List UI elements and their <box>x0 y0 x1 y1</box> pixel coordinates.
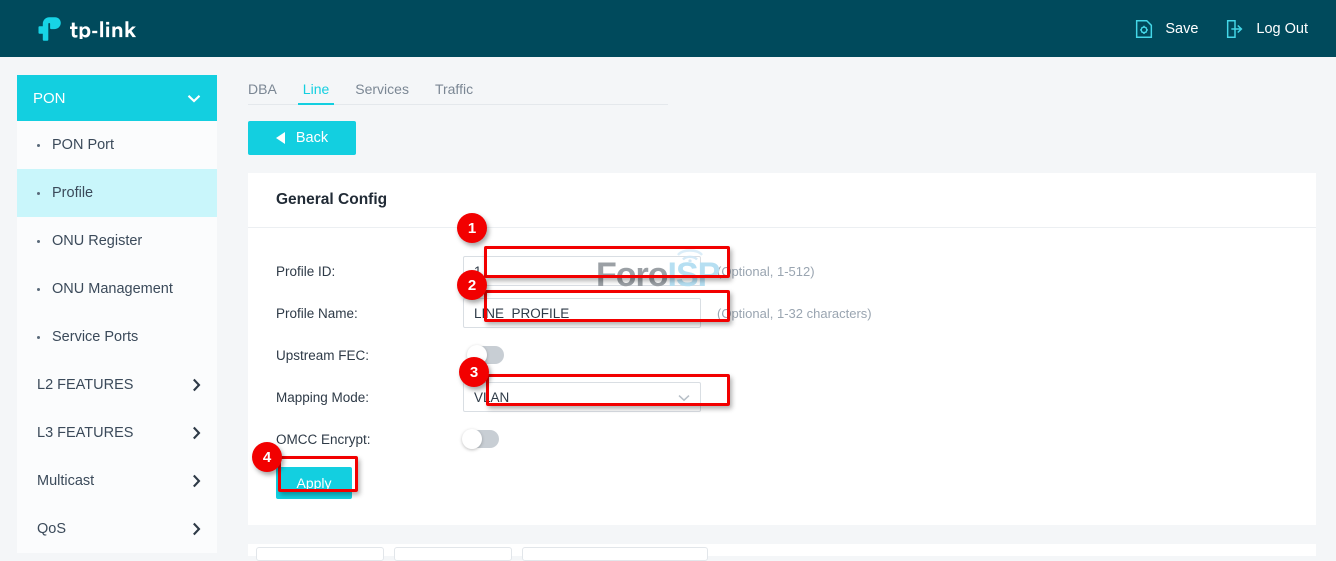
tab-line[interactable]: Line <box>290 81 342 104</box>
back-button[interactable]: Back <box>248 121 356 155</box>
sidebar-item-l3-features[interactable]: L3 FEATURES <box>17 409 217 457</box>
upstream-fec-label: Upstream FEC: <box>248 348 463 363</box>
logout-button[interactable]: Log Out <box>1224 18 1308 40</box>
chevron-right-icon <box>192 522 201 536</box>
tp-link-mark-icon <box>36 16 62 42</box>
back-label: Back <box>296 130 328 146</box>
triangle-left-icon <box>276 132 285 144</box>
mapping-mode-label: Mapping Mode: <box>248 390 463 405</box>
sidebar: PON PON Port Profile ONU Register ONU Ma… <box>0 57 234 556</box>
sidebar-item-label: Service Ports <box>52 329 138 345</box>
sidebar-item-pon-port[interactable]: PON Port <box>17 121 217 169</box>
toggle-knob <box>462 429 482 449</box>
sidebar-item-onu-management[interactable]: ONU Management <box>17 265 217 313</box>
profile-name-hint: (Optional, 1-32 characters) <box>717 306 872 321</box>
bullet-icon <box>37 336 40 339</box>
general-config-panel: General Config Profile ID: (Optional, 1-… <box>248 173 1316 525</box>
profile-name-input[interactable] <box>463 298 701 328</box>
tab-dba[interactable]: DBA <box>248 81 290 104</box>
tp-link-logo <box>36 16 177 42</box>
sidebar-item-service-ports[interactable]: Service Ports <box>17 313 217 361</box>
partial-box-1 <box>256 547 384 561</box>
partial-box-2 <box>394 547 512 561</box>
bullet-icon <box>37 240 40 243</box>
save-gear-icon <box>1133 18 1155 40</box>
save-label: Save <box>1165 21 1198 37</box>
chevron-down-icon <box>187 94 201 103</box>
sidebar-item-qos[interactable]: QoS <box>17 505 217 553</box>
profile-id-label: Profile ID: <box>248 264 463 279</box>
sidebar-group-label: PON <box>33 90 66 107</box>
sidebar-item-profile[interactable]: Profile <box>17 169 217 217</box>
field-row-profile-name: Profile Name: (Optional, 1-32 characters… <box>248 292 1316 334</box>
profile-id-input[interactable] <box>463 256 701 286</box>
app-header: Save Log Out <box>0 0 1336 57</box>
bullet-icon <box>37 144 40 147</box>
sidebar-item-onu-register[interactable]: ONU Register <box>17 217 217 265</box>
profile-id-hint: (Optional, 1-512) <box>717 264 815 279</box>
upstream-fec-toggle[interactable] <box>468 346 504 364</box>
form-actions: Apply <box>248 460 1316 506</box>
chevron-right-icon <box>192 378 201 392</box>
sidebar-item-label: ONU Management <box>52 281 173 297</box>
omcc-encrypt-toggle[interactable] <box>463 430 499 448</box>
header-actions: Save Log Out <box>1133 18 1308 40</box>
sidebar-item-multicast[interactable]: Multicast <box>17 457 217 505</box>
save-button[interactable]: Save <box>1133 18 1198 40</box>
mapping-mode-value: VLAN <box>474 390 509 405</box>
field-row-upstream-fec: Upstream FEC: <box>248 334 1316 376</box>
main-content: DBA Line Services Traffic Back General C… <box>234 57 1336 556</box>
sidebar-item-label: L3 FEATURES <box>37 425 133 441</box>
general-config-form: Profile ID: (Optional, 1-512) Profile Na… <box>248 228 1316 506</box>
apply-button[interactable]: Apply <box>276 467 352 499</box>
sidebar-group-pon[interactable]: PON <box>17 75 217 121</box>
panel-title: General Config <box>248 173 1316 209</box>
chevron-right-icon <box>192 426 201 440</box>
field-row-profile-id: Profile ID: (Optional, 1-512) <box>248 250 1316 292</box>
tab-services[interactable]: Services <box>342 81 422 104</box>
partial-box-3 <box>522 547 708 561</box>
mapping-mode-select[interactable]: VLAN <box>463 382 701 412</box>
sidebar-item-l2-features[interactable]: L2 FEATURES <box>17 361 217 409</box>
sidebar-item-label: ONU Register <box>52 233 142 249</box>
bullet-icon <box>37 288 40 291</box>
tab-bar: DBA Line Services Traffic <box>248 75 668 105</box>
tab-traffic[interactable]: Traffic <box>422 81 486 104</box>
profile-name-label: Profile Name: <box>248 306 463 321</box>
logout-arrow-icon <box>1224 18 1246 40</box>
logout-label: Log Out <box>1256 21 1308 37</box>
chevron-down-icon <box>678 390 690 405</box>
sidebar-item-label: QoS <box>37 521 66 537</box>
field-row-mapping-mode: Mapping Mode: VLAN <box>248 376 1316 418</box>
next-panel-partial <box>248 544 1316 556</box>
field-row-omcc-encrypt: OMCC Encrypt: <box>248 418 1316 460</box>
sidebar-item-label: Profile <box>52 185 93 201</box>
bullet-icon <box>37 192 40 195</box>
chevron-right-icon <box>192 474 201 488</box>
toggle-knob <box>467 345 487 365</box>
omcc-encrypt-label: OMCC Encrypt: <box>248 432 463 447</box>
tp-link-wordmark <box>70 19 177 39</box>
sidebar-item-label: PON Port <box>52 137 114 153</box>
sidebar-item-label: L2 FEATURES <box>37 377 133 393</box>
sidebar-item-label: Multicast <box>37 473 94 489</box>
